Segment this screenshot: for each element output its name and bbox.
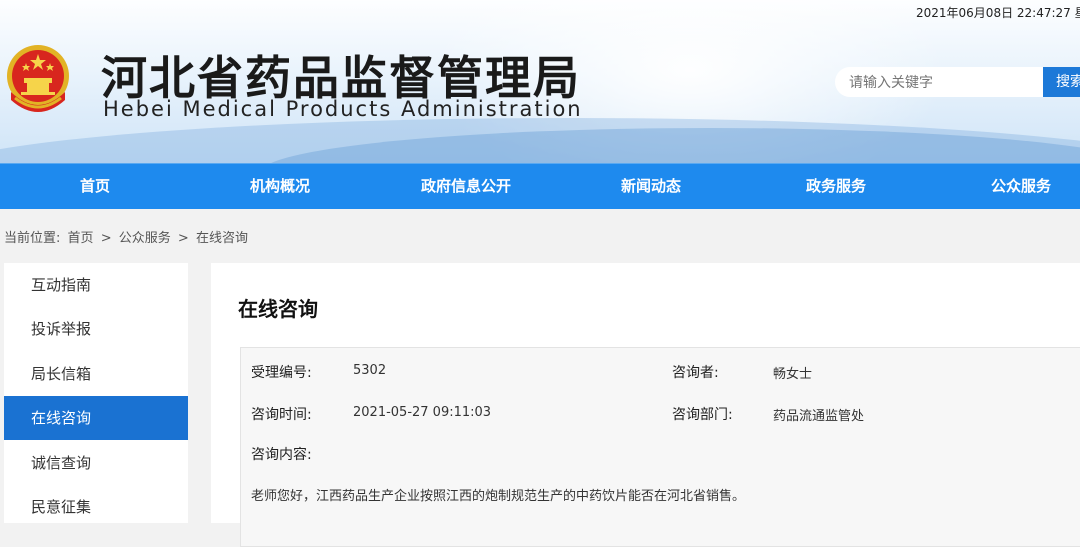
sidebar-item-complaint[interactable]: 投诉举报 [4, 307, 188, 351]
site-subtitle: Hebei Medical Products Administration [103, 97, 583, 121]
id-value: 5302 [353, 363, 387, 378]
sidebar-item-online-consult[interactable]: 在线咨询 [4, 396, 188, 440]
content-value: 老师您好，江西药品生产企业按照江西的炮制规范生产的中药饮片能否在河北省销售。 [251, 489, 746, 504]
nav-item-public-service[interactable]: 公众服务 [991, 164, 1051, 210]
time-value: 2021-05-27 09:11:03 [353, 405, 492, 420]
sidebar-item-opinion[interactable]: 民意征集 [4, 485, 188, 529]
main-content: 在线咨询 受理编号: 5302 咨询者: 畅女士 咨询时间: 2021-05-2… [211, 263, 1080, 547]
breadcrumb-prefix: 当前位置: [4, 231, 61, 246]
breadcrumb-public-service[interactable]: 公众服务 [119, 231, 171, 246]
nav-item-news[interactable]: 新闻动态 [621, 164, 681, 210]
id-label: 受理编号: [251, 365, 312, 381]
dept-label: 咨询部门: [672, 407, 733, 423]
dept-value: 药品流通监管处 [773, 409, 865, 424]
search-button[interactable]: 搜索 [1043, 67, 1080, 97]
breadcrumb-separator: > [177, 231, 189, 246]
sidebar: 互动指南 投诉举报 局长信箱 在线咨询 诚信查询 民意征集 [4, 263, 188, 523]
sidebar-item-director-mailbox[interactable]: 局长信箱 [4, 352, 188, 396]
breadcrumb-separator: > [100, 231, 112, 246]
search-input[interactable] [835, 67, 1043, 97]
sidebar-item-guide[interactable]: 互动指南 [4, 263, 188, 307]
page-title: 在线咨询 [238, 297, 318, 321]
nav-item-about[interactable]: 机构概况 [250, 164, 310, 210]
nav-item-home[interactable]: 首页 [80, 164, 110, 210]
site-header: 2021年06月08日 22:47:27 星 河北省药品监督管理局 Hebei … [0, 0, 1080, 163]
national-emblem-icon [7, 45, 69, 112]
datetime-display: 2021年06月08日 22:47:27 星 [916, 6, 1080, 20]
asker-label: 咨询者: [672, 365, 719, 381]
time-label: 咨询时间: [251, 407, 312, 423]
breadcrumb-current: 在线咨询 [195, 231, 248, 246]
main-nav: 首页 机构概况 政府信息公开 新闻动态 政务服务 公众服务 [0, 163, 1080, 209]
nav-item-gov-service[interactable]: 政务服务 [806, 164, 866, 210]
content-label: 咨询内容: [251, 447, 312, 463]
sidebar-item-credit-query[interactable]: 诚信查询 [4, 441, 188, 485]
breadcrumb-home[interactable]: 首页 [68, 231, 94, 246]
consultation-detail: 受理编号: 5302 咨询者: 畅女士 咨询时间: 2021-05-27 09:… [240, 347, 1080, 547]
nav-item-gov-info[interactable]: 政府信息公开 [421, 164, 511, 210]
breadcrumb: 当前位置: 首页 > 公众服务 > 在线咨询 [4, 227, 251, 246]
asker-value: 畅女士 [773, 367, 813, 382]
